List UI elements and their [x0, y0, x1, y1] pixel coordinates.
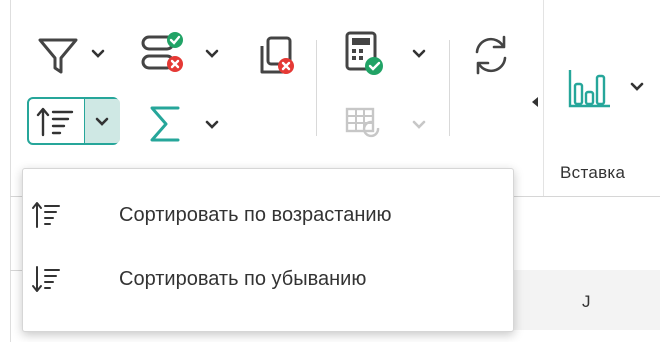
sort-ascending-item[interactable]: Сортировать по возрастанию [23, 186, 513, 246]
recalc-table-icon [345, 107, 380, 138]
ribbon-separator [316, 40, 317, 136]
sort-ascending-icon [32, 202, 60, 228]
ribbon-separator-2 [449, 40, 450, 136]
refresh-icon[interactable] [468, 32, 514, 78]
filter-icon[interactable] [36, 34, 80, 78]
sort-descending-item[interactable]: Сортировать по убыванию [23, 250, 513, 310]
ribbon: Вставка [0, 0, 660, 342]
ribbon-left-border [10, 0, 11, 342]
recalc-dropdown-chevron-icon [412, 120, 426, 129]
sort-descending-label: Сортировать по убыванию [119, 268, 367, 290]
app-window: Вставка J Сортировать по возрастанию Сор… [0, 0, 660, 342]
insert-group-label: Вставка [560, 163, 626, 182]
calculate-dropdown-chevron-icon[interactable] [412, 49, 426, 59]
sum-dropdown-chevron-icon[interactable] [205, 120, 219, 130]
filter-clear-icon[interactable] [254, 34, 298, 78]
sort-split-button[interactable] [27, 97, 120, 145]
filter-manage-chevron-icon[interactable] [205, 49, 219, 59]
bar-chart-icon[interactable] [566, 64, 612, 112]
chart-dropdown-chevron-icon[interactable] [630, 82, 644, 92]
collapse-arrow-icon[interactable] [531, 96, 539, 108]
sort-descending-icon [32, 266, 60, 292]
sort-dropdown-chevron-icon[interactable] [95, 117, 109, 127]
calculate-icon[interactable] [344, 30, 386, 78]
sort-dropdown-toggle[interactable] [84, 99, 120, 143]
sort-ascending-label: Сортировать по возрастанию [119, 204, 392, 226]
filter-dropdown-chevron-icon[interactable] [91, 49, 105, 59]
sort-ascending-icon[interactable] [35, 105, 75, 139]
sort-menu: Сортировать по возрастанию Сортировать п… [22, 168, 514, 332]
sum-icon[interactable] [148, 104, 184, 144]
ribbon-group-divider [543, 0, 544, 196]
filter-manage-icon[interactable] [140, 30, 188, 78]
column-label: J [582, 292, 591, 311]
